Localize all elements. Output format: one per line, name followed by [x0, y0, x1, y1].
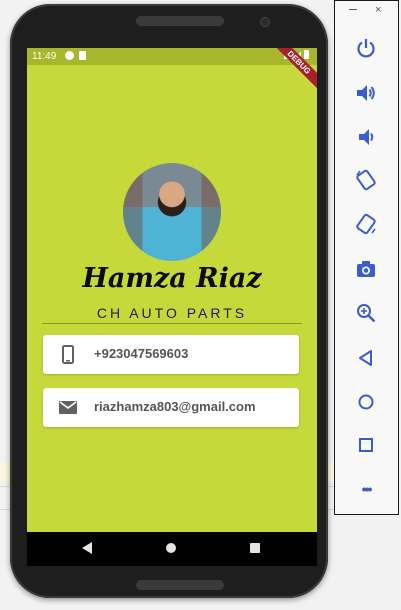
rotate-right-button[interactable] — [355, 213, 377, 235]
emulator-control-panel: × ••• — [334, 0, 399, 515]
app-screen: 11:49 DEBUG Hamza Riaz CH AUTO PARTS +92… — [27, 48, 317, 532]
overview-square-icon — [359, 438, 373, 452]
back-triangle-icon — [359, 350, 372, 366]
sd-card-icon — [79, 51, 86, 60]
email-icon — [59, 401, 77, 414]
minimize-button[interactable] — [349, 9, 357, 10]
zoom-in-icon — [357, 304, 376, 323]
home-circle-icon — [358, 394, 374, 410]
screenshot-button[interactable] — [355, 258, 377, 280]
rotate-left-button[interactable] — [355, 169, 377, 191]
home-button[interactable] — [355, 391, 377, 413]
power-button[interactable] — [355, 37, 377, 59]
rotate-left-icon — [356, 169, 376, 191]
phone-number: +923047569603 — [94, 346, 189, 361]
camera-icon — [357, 261, 375, 277]
volume-up-button[interactable] — [355, 82, 377, 104]
email-address: riazhamza803@gmail.com — [94, 399, 256, 414]
bottom-speaker — [136, 580, 224, 590]
battery-icon — [304, 50, 309, 59]
speaker-grille — [136, 16, 224, 26]
nav-recents-icon[interactable] — [250, 543, 260, 553]
nav-home-icon[interactable] — [166, 543, 176, 553]
avatar — [123, 163, 221, 261]
phone-icon — [62, 345, 74, 364]
profile-name: Hamza Riaz — [82, 263, 262, 294]
status-bar: 11:49 — [27, 48, 317, 65]
volume-down-icon — [359, 129, 374, 145]
nav-back-icon[interactable] — [82, 542, 92, 554]
zoom-button[interactable] — [355, 302, 377, 324]
phone-card[interactable]: +923047569603 — [43, 335, 299, 374]
divider — [42, 323, 302, 324]
power-icon — [357, 39, 375, 58]
close-button[interactable]: × — [375, 4, 381, 16]
more-options-button[interactable]: ••• — [355, 478, 377, 500]
rotate-right-icon — [356, 213, 376, 235]
email-card[interactable]: riazhamza803@gmail.com — [43, 388, 299, 427]
front-camera — [260, 17, 270, 27]
back-button[interactable] — [355, 347, 377, 369]
navigation-bar — [27, 532, 317, 566]
profile-subtitle: CH AUTO PARTS — [96, 305, 248, 321]
volume-up-icon — [357, 85, 375, 101]
overview-button[interactable] — [355, 434, 377, 456]
status-time: 11:49 — [32, 51, 57, 62]
volume-down-button[interactable] — [355, 126, 377, 148]
notification-icon — [65, 51, 74, 60]
